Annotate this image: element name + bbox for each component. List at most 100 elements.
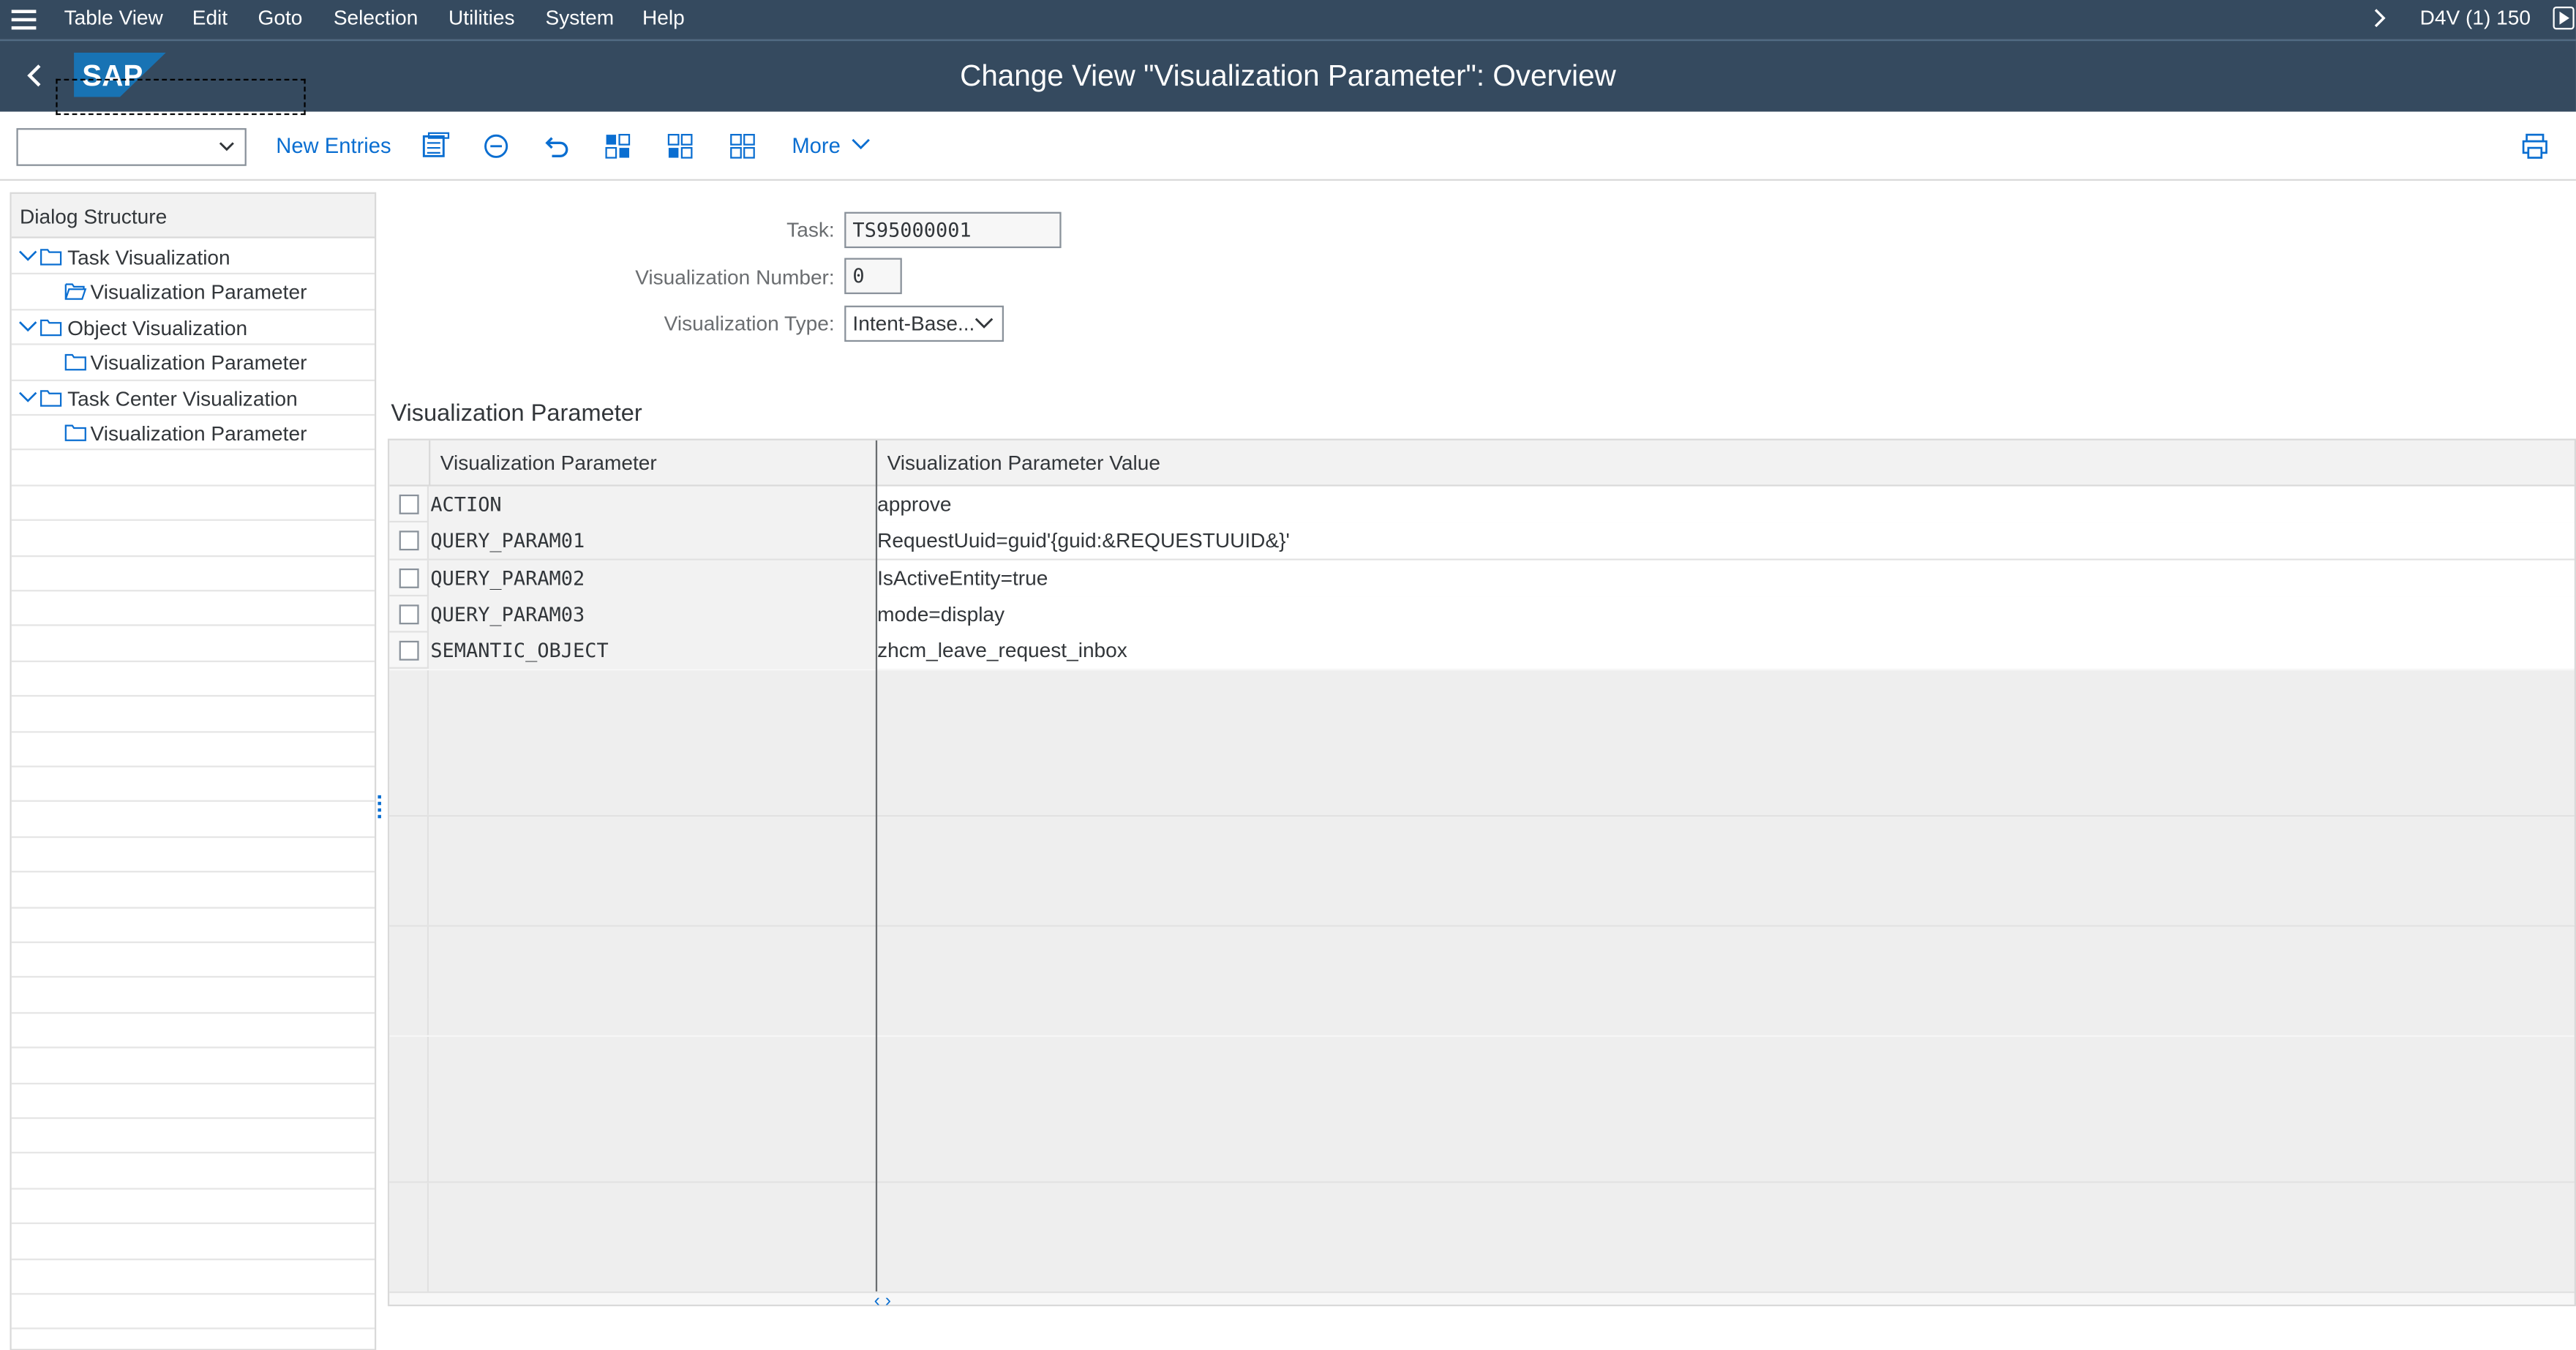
page-title: Change View "Visualization Parameter": O…	[960, 59, 1616, 92]
table-empty-row	[389, 889, 2575, 926]
menu-utilities[interactable]: Utilities	[448, 7, 514, 29]
tree-node-label: Visualization Parameter	[90, 351, 307, 375]
value-cell[interactable]: zhcm_leave_request_inbox	[875, 632, 2575, 670]
menu-system[interactable]: System	[546, 7, 615, 29]
tree-empty-row	[11, 1294, 375, 1330]
select-all-column-header[interactable]	[389, 440, 429, 487]
shell-header: SAP Change View "Visualization Parameter…	[0, 39, 2576, 112]
tree-empty-row	[11, 732, 375, 768]
delete-icon[interactable]	[481, 132, 511, 161]
menu-help[interactable]: Help	[642, 7, 685, 29]
play-icon[interactable]	[2553, 6, 2575, 30]
menu-edit[interactable]: Edit	[192, 7, 228, 29]
chevron-down-icon	[975, 318, 994, 329]
select-all-icon[interactable]	[603, 132, 632, 161]
table-empty-row	[389, 816, 2575, 853]
hamburger-menu-icon[interactable]	[11, 8, 38, 30]
tree-node-object-visualization[interactable]: Object Visualization	[11, 310, 375, 345]
table-row[interactable]: QUERY_PARAM02 IsActiveEntity=true	[389, 559, 2575, 596]
table-empty-row	[389, 670, 2575, 707]
table-empty-row	[389, 743, 2575, 780]
tree-empty-row	[11, 768, 375, 803]
expand-chevron-icon[interactable]	[18, 248, 38, 264]
menu-bar: Table View Edit Goto Selection Utilities…	[0, 0, 2576, 40]
chevron-right-icon[interactable]	[2373, 5, 2389, 31]
visualization-type-dropdown[interactable]: Intent-Base...	[844, 305, 1005, 342]
tree-node-label: Task Center Visualization	[67, 387, 298, 410]
tree-node-label: Task Visualization	[67, 246, 230, 270]
horizontal-scroll-arrows[interactable]: ‹ ›	[874, 1291, 891, 1311]
tree-empty-row	[11, 1119, 375, 1155]
tree-node-task-visualization[interactable]: Task Visualization	[11, 240, 375, 275]
tree-empty-row	[11, 626, 375, 662]
table-row[interactable]: SEMANTIC_OBJECT zhcm_leave_request_inbox	[389, 632, 2575, 670]
undo-icon[interactable]	[542, 132, 571, 161]
more-button[interactable]: More	[792, 133, 871, 158]
row-checkbox[interactable]	[399, 604, 419, 625]
column-header-value[interactable]: Visualization Parameter Value	[875, 440, 2575, 487]
tree-empty-row	[11, 978, 375, 1013]
select-block-icon[interactable]	[665, 132, 694, 161]
tree-node-object-vis-parameter[interactable]: Visualization Parameter	[11, 345, 375, 381]
deselect-all-icon[interactable]	[728, 132, 757, 161]
menu-selection[interactable]: Selection	[334, 7, 418, 29]
table-empty-row	[389, 779, 2575, 817]
table-empty-row	[389, 1072, 2575, 1109]
row-checkbox[interactable]	[399, 530, 419, 551]
task-label: Task:	[786, 218, 835, 242]
tree-empty-row	[11, 591, 375, 627]
tree-empty-row	[11, 873, 375, 908]
param-cell: QUERY_PARAM02	[429, 559, 876, 596]
tree-empty-row	[11, 943, 375, 978]
table-empty-row	[389, 1219, 2575, 1256]
tree-node-task-center-vis-parameter[interactable]: Visualization Parameter	[11, 416, 375, 451]
value-cell[interactable]: mode=display	[875, 596, 2575, 633]
value-cell[interactable]: approve	[875, 486, 2575, 523]
visualization-number-field[interactable]: 0	[844, 258, 902, 294]
tree-empty-row	[11, 521, 375, 557]
table-empty-row	[389, 962, 2575, 1000]
command-field-dropdown[interactable]	[16, 128, 247, 166]
visualization-type-value: Intent-Base...	[852, 312, 975, 336]
splitter-handle[interactable]	[378, 795, 381, 819]
task-field[interactable]: TS95000001	[844, 211, 1062, 249]
dialog-structure-header: Dialog Structure	[11, 193, 375, 239]
tree-empty-row	[11, 1189, 375, 1225]
copy-as-icon[interactable]	[421, 132, 450, 161]
tree-node-task-vis-parameter[interactable]: Visualization Parameter	[11, 275, 375, 310]
tree-node-task-center-visualization[interactable]: Task Center Visualization	[11, 380, 375, 416]
tree-empty-row	[11, 1259, 375, 1295]
tree-empty-row	[11, 486, 375, 522]
table-empty-row	[389, 1035, 2575, 1073]
row-checkbox[interactable]	[399, 494, 419, 514]
row-checkbox[interactable]	[399, 641, 419, 661]
expand-chevron-icon[interactable]	[18, 318, 38, 334]
table-empty-row	[389, 999, 2575, 1036]
tree-empty-row	[11, 1049, 375, 1084]
param-cell: QUERY_PARAM01	[429, 522, 876, 560]
new-entries-button[interactable]: New Entries	[276, 133, 391, 158]
row-checkbox[interactable]	[399, 568, 419, 588]
tree-node-label: Visualization Parameter	[90, 422, 307, 446]
print-icon[interactable]	[2520, 132, 2550, 161]
column-divider[interactable]	[875, 440, 878, 1291]
menu-goto[interactable]: Goto	[258, 7, 303, 29]
tree-empty-row	[11, 1084, 375, 1120]
dialog-structure-panel: Dialog Structure Task Visualization Visu…	[10, 192, 377, 1350]
menu-table-view[interactable]: Table View	[64, 7, 163, 29]
folder-icon	[64, 354, 86, 371]
table-row[interactable]: QUERY_PARAM01 RequestUuid=guid'{guid:&RE…	[389, 522, 2575, 560]
tree-empty-row	[11, 1154, 375, 1190]
table-row[interactable]: ACTION approve	[389, 486, 2575, 523]
value-cell[interactable]: RequestUuid=guid'{guid:&REQUESTUUID&}'	[875, 522, 2575, 560]
folder-icon	[40, 319, 62, 336]
tree-node-label: Object Visualization	[67, 316, 248, 340]
visualization-number-label: Visualization Number:	[635, 266, 835, 290]
more-label: More	[792, 132, 841, 158]
param-cell: SEMANTIC_OBJECT	[429, 632, 876, 670]
column-header-parameter[interactable]: Visualization Parameter	[429, 440, 876, 487]
visualization-type-label: Visualization Type:	[664, 312, 835, 336]
expand-chevron-icon[interactable]	[18, 389, 38, 405]
value-cell[interactable]: IsActiveEntity=true	[875, 559, 2575, 596]
table-row[interactable]: QUERY_PARAM03 mode=display	[389, 596, 2575, 633]
